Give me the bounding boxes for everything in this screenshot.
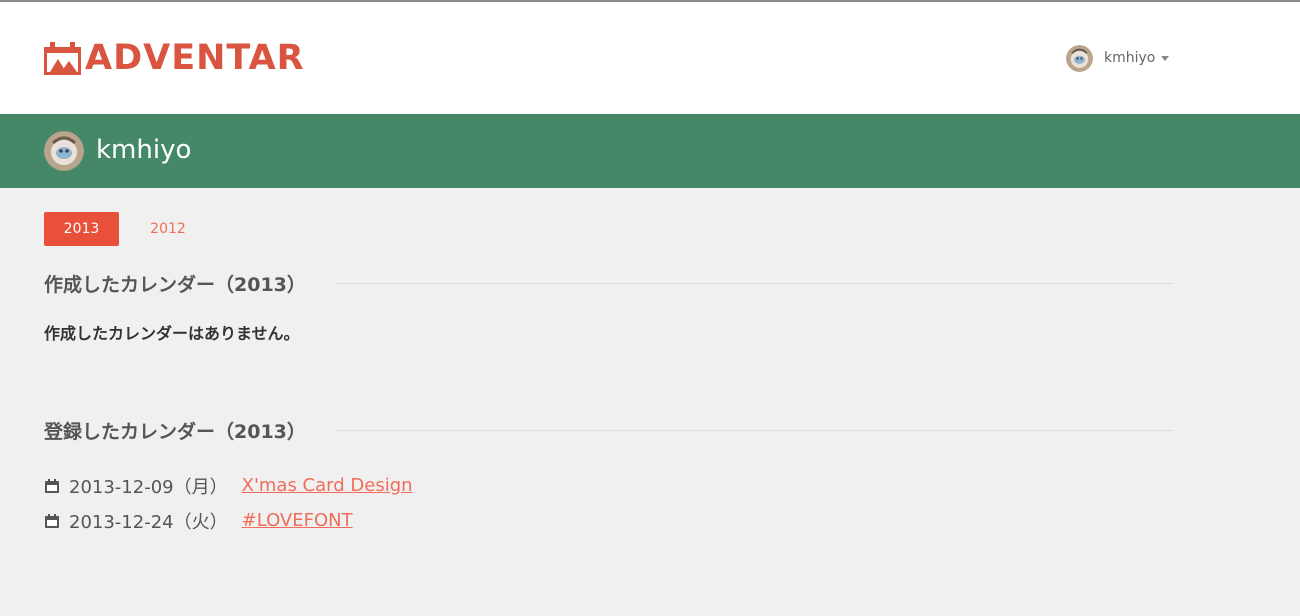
heading-divider	[335, 282, 1174, 284]
profile-username: kmhiyo	[96, 135, 192, 165]
calendar-icon	[45, 513, 59, 528]
user-menu-dropdown[interactable]: kmhiyo	[1066, 43, 1170, 73]
created-calendars-heading: 作成したカレンダー（2013）	[44, 268, 1174, 298]
calendar-icon	[45, 478, 59, 493]
calendar-logo-icon	[44, 41, 81, 75]
entry-date: 2013-12-09（月）	[69, 476, 228, 498]
created-calendars-title: 作成したカレンダー（2013）	[44, 273, 306, 296]
calendar-link[interactable]: X'mas Card Design	[242, 475, 413, 496]
list-item: 2013-12-09（月） X'mas Card Design	[44, 468, 413, 503]
user-menu-username: kmhiyo	[1104, 50, 1156, 66]
list-item: 2013-12-24（火） #LOVEFONT	[44, 503, 413, 538]
registered-calendars-list: 2013-12-09（月） X'mas Card Design 2013-12-…	[44, 468, 413, 538]
site-header: ADVENTAR kmhiyo	[0, 2, 1300, 114]
year-tabs: 2013 2012	[44, 212, 217, 246]
heading-divider	[335, 429, 1174, 431]
user-banner: kmhiyo	[0, 114, 1300, 188]
logo-wordmark: ADVENTAR	[85, 38, 305, 78]
created-calendars-empty-message: 作成したカレンダーはありません。	[44, 324, 300, 343]
site-logo-link[interactable]: ADVENTAR	[44, 40, 305, 76]
avatar-icon	[1066, 44, 1093, 72]
entry-date: 2013-12-24（火）	[69, 511, 228, 533]
registered-calendars-heading: 登録したカレンダー（2013）	[44, 415, 1174, 445]
calendar-link[interactable]: #LOVEFONT	[242, 510, 353, 531]
caret-down-icon	[1161, 56, 1170, 61]
tab-year-2012[interactable]: 2012	[119, 212, 217, 246]
user-avatar-icon	[44, 131, 84, 171]
registered-calendars-title: 登録したカレンダー（2013）	[44, 420, 306, 443]
tab-year-2013[interactable]: 2013	[44, 212, 119, 246]
